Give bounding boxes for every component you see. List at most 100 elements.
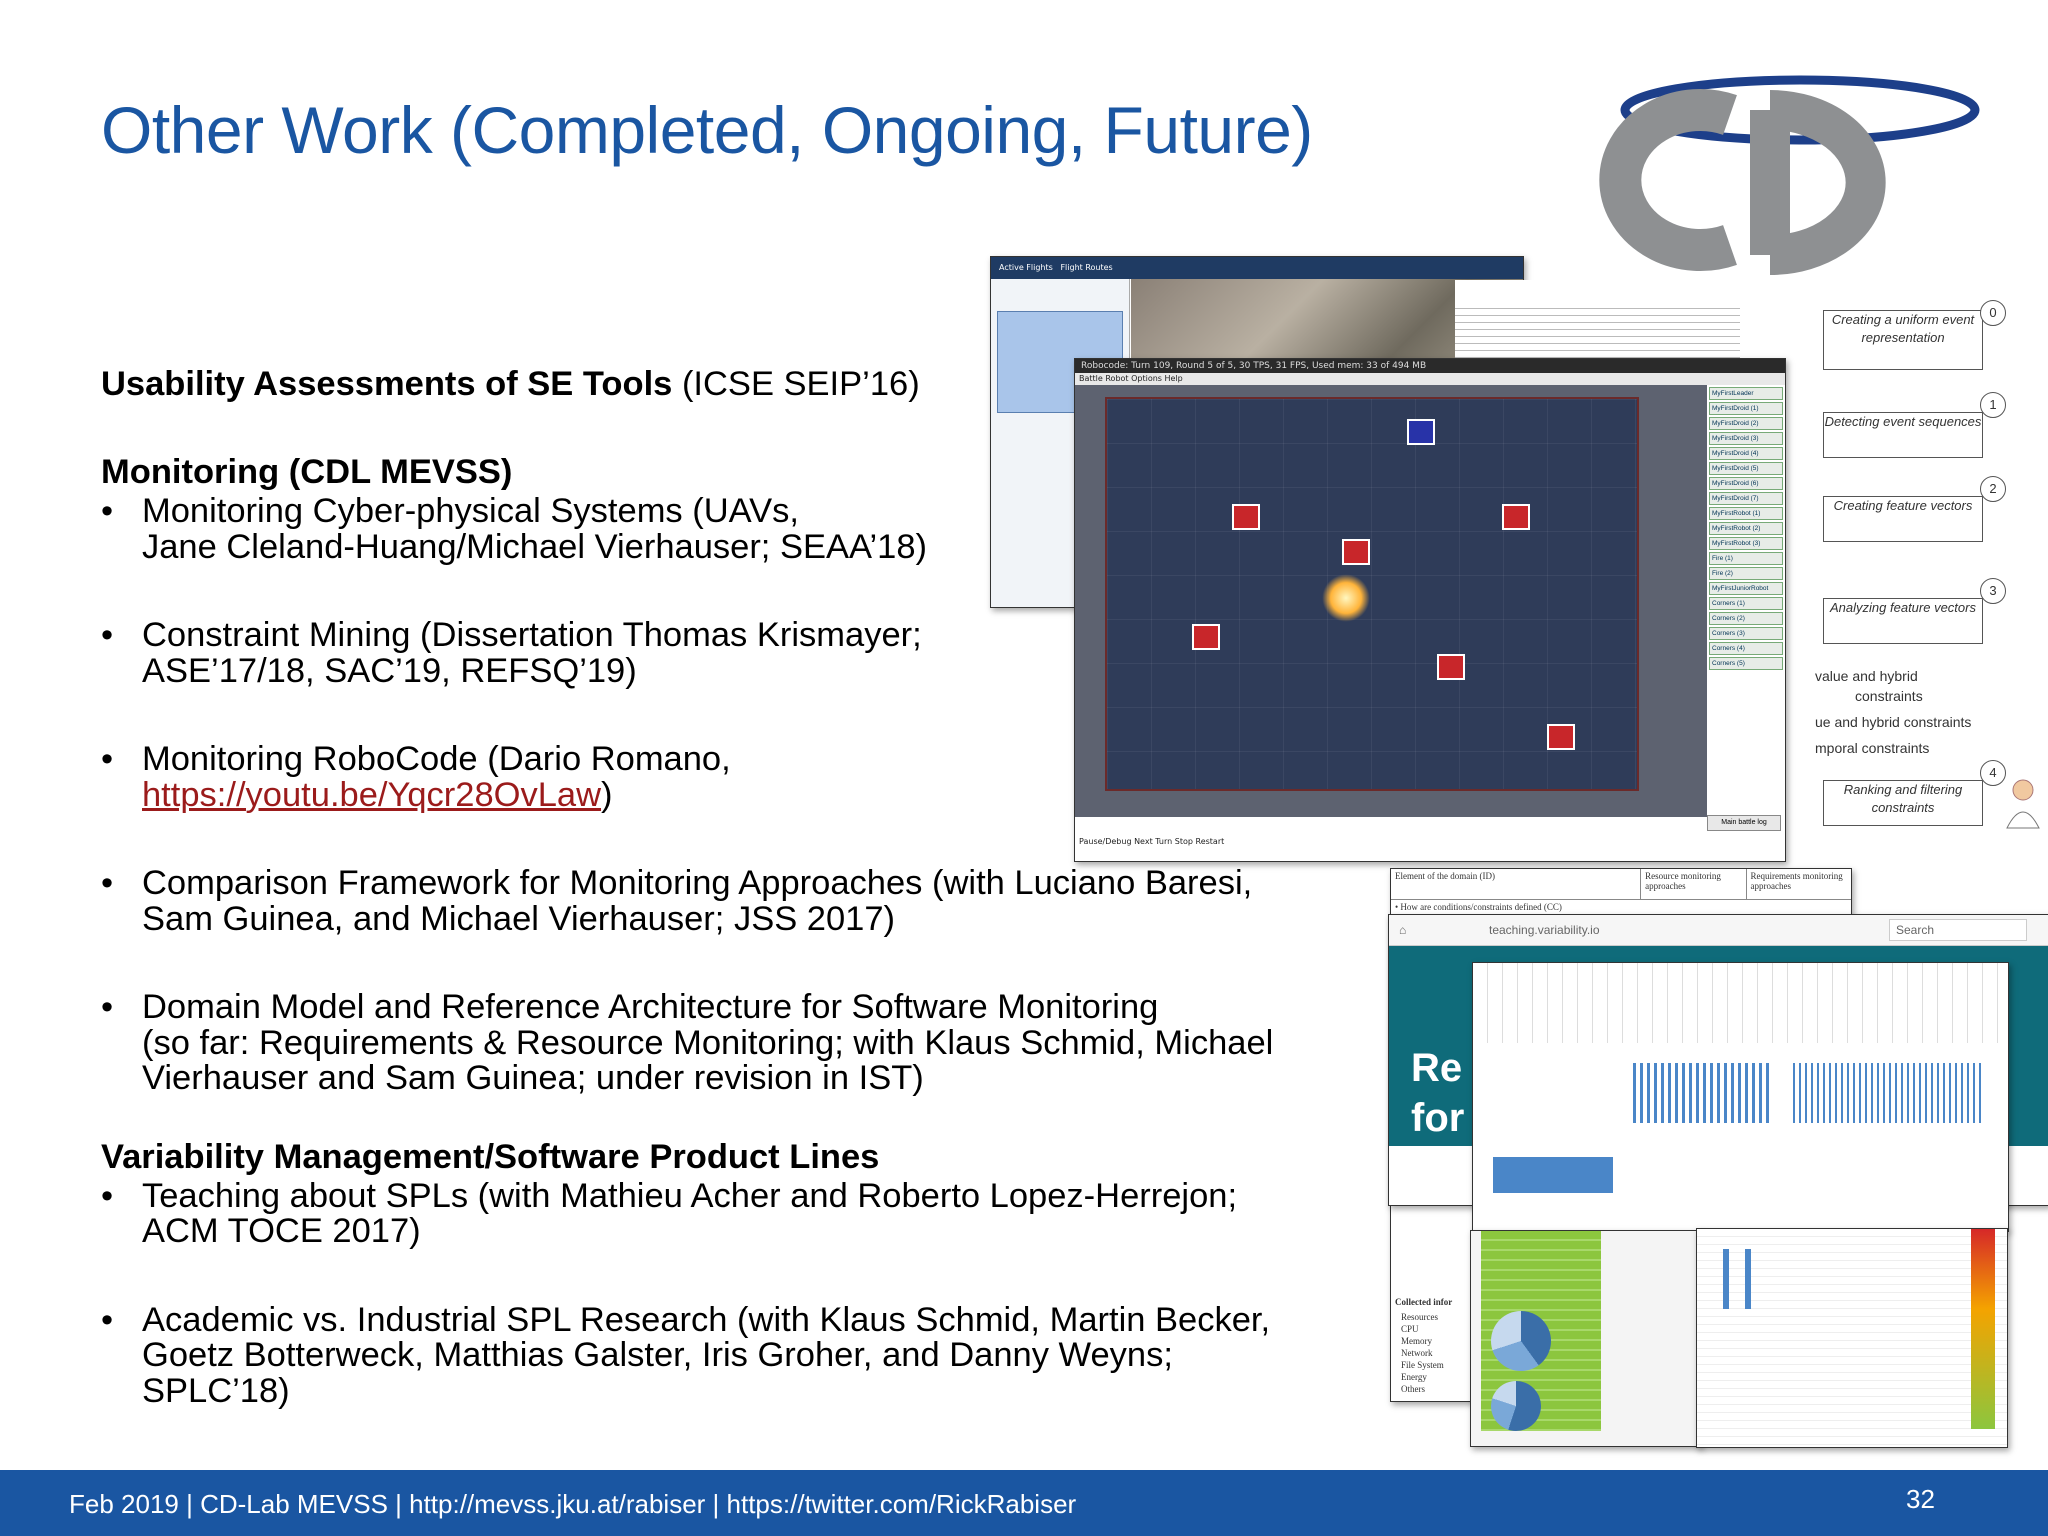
robot-tank [1232,504,1260,530]
flow-step-0-number: 0 [1980,300,2006,326]
battlefield-arena [1105,397,1639,791]
bar-chart-thumbnail [1493,1103,1613,1193]
flow-step-4: Ranking and filtering constraints [1823,780,1983,826]
slide-title: Other Work (Completed, Ongoing, Future) [101,93,1313,167]
playback-controls[interactable]: Pause/Debug Next Turn Stop Restart [1079,837,1224,846]
bullet-dot: • [101,492,114,530]
robot-entry[interactable]: Corners (5) [1709,657,1783,670]
robot-entry[interactable]: MyFirstDroid (2) [1709,417,1783,430]
bullet-line: Comparison Framework for Monitoring Appr… [142,864,1253,902]
robocode-titlebar: Robocode: Turn 109, Round 5 of 5, 30 TPS… [1075,359,1785,373]
bar-chart-thumbnail [1707,1249,1767,1309]
browser-toolbar: ⌂ teaching.variability.io Search [1389,915,2048,946]
robot-list[interactable]: MyFirstLeader MyFirstDroid (1) MyFirstDr… [1709,387,1783,672]
bullet-line: Goetz Botterweck, Matthias Galster, Iris… [142,1336,1173,1374]
youtube-link[interactable]: https://youtu.be/Yqcr28OvLaw [142,776,601,814]
flow-step-2-number: 2 [1980,476,2006,502]
bullet-dot: • [101,988,114,1026]
robot-entry[interactable]: MyFirstDroid (3) [1709,432,1783,445]
ranking-spreadsheet [1696,1228,2008,1448]
robot-entry[interactable]: MyFirstDroid (1) [1709,402,1783,415]
list-item: Others [1401,1384,1425,1394]
bullet-academic-industrial: • Academic vs. Industrial SPL Research (… [101,1300,1391,1410]
battle-log-button[interactable]: Main battle log [1707,815,1781,831]
green-spreadsheet [1470,1230,1702,1447]
flow-step-2: Creating feature vectors [1823,496,1983,542]
usability-heading: Usability Assessments of SE Tools [101,365,673,403]
user-icon [2006,779,2040,829]
bullet-line: ACM TOCE 2017) [142,1212,421,1250]
table-header-element: Element of the domain (ID) [1395,871,1495,881]
flow-step-1: Detecting event sequences [1823,412,1983,458]
heatmap-column [1971,1229,1995,1429]
list-item: Network [1401,1348,1433,1358]
list-item: Resources [1401,1312,1438,1322]
robot-tank [1342,539,1370,565]
bar-chart-thumbnail [1793,1063,1983,1123]
bar-chart-thumbnail [1633,1063,1773,1123]
bullet-line: Domain Model and Reference Architecture … [142,988,1159,1026]
bullet-dot: • [101,616,114,654]
pie-chart-thumbnail [1491,1381,1541,1431]
bullet-line: SPLC’18) [142,1371,290,1410]
bullet-line: Academic vs. Industrial SPL Research (wi… [142,1300,1271,1339]
resource-list: Resources CPU Memory Network File System… [1401,1311,1444,1395]
flight-tab-active: Active Flights [999,263,1053,272]
usability-venue: (ICSE SEIP’16) [681,365,920,403]
flow-note: ue and hybrid constraints [1815,714,1972,730]
url-bar[interactable]: teaching.variability.io [1489,915,1600,945]
robot-entry[interactable]: MyFirstLeader [1709,387,1783,400]
robot-tank [1407,419,1435,445]
bullet-line: Vierhauser and Sam Guinea; under revisio… [142,1059,924,1097]
charts-area [1473,1043,2008,1231]
flow-step-3-number: 3 [1980,578,2006,604]
list-item: Memory [1401,1336,1432,1346]
robot-entry[interactable]: MyFirstDroid (6) [1709,477,1783,490]
robot-entry[interactable]: MyFirstJuniorRobot [1709,582,1783,595]
bullet-line: (so far: Requirements & Resource Monitor… [142,1023,1274,1062]
robot-entry[interactable]: Corners (3) [1709,627,1783,640]
bullet-line: Teaching about SPLs (with Mathieu Acher … [142,1176,1238,1215]
robot-tank [1192,624,1220,650]
table-row: • How are conditions/constraints defined… [1395,902,1562,912]
bullet-teaching-spl: • Teaching about SPLs (with Mathieu Ache… [101,1176,1391,1250]
home-icon[interactable]: ⌂ [1399,915,1406,945]
robot-entry[interactable]: MyFirstDroid (7) [1709,492,1783,505]
list-item: Energy [1401,1372,1427,1382]
robot-entry[interactable]: MyFirstRobot (2) [1709,522,1783,535]
spreadsheet-charts [1472,962,2009,1232]
robot-entry[interactable]: MyFirstRobot (3) [1709,537,1783,550]
cd-lab-logo [1599,75,1980,275]
variability-heading: Variability Management/Software Product … [101,1137,880,1176]
banner-text: for [1411,1096,1465,1140]
slide-footer: Feb 2019 | CD-Lab MEVSS | http://mevss.j… [0,1470,2048,1536]
flow-note: constraints [1855,688,1923,704]
robot-entry[interactable]: MyFirstRobot (1) [1709,507,1783,520]
robot-entry[interactable]: Fire (2) [1709,567,1783,580]
robot-entry[interactable]: Corners (2) [1709,612,1783,625]
list-item: CPU [1401,1324,1419,1334]
list-item: File System [1401,1360,1444,1370]
robot-entry[interactable]: MyFirstDroid (5) [1709,462,1783,475]
bullet-dot: • [101,1176,114,1215]
robot-entry[interactable]: Corners (4) [1709,642,1783,655]
robocode-menubar[interactable]: Battle Robot Options Help [1075,373,1785,385]
flow-step-0: Creating a uniform event representation [1823,310,1983,370]
robot-entry[interactable]: Corners (1) [1709,597,1783,610]
robot-entry[interactable]: Fire (1) [1709,552,1783,565]
footer-text: Feb 2019 | CD-Lab MEVSS | http://mevss.j… [69,1489,1077,1519]
flow-step-3: Analyzing feature vectors [1823,598,1983,644]
page-number: 32 [1906,1484,1935,1514]
collected-info-label: Collected infor [1395,1297,1453,1307]
link-suffix: ) [601,775,613,814]
robocode-screenshot: Robocode: Turn 109, Round 5 of 5, 30 TPS… [1074,358,1786,862]
banner-text: Re [1411,1046,1463,1090]
robot-entry[interactable]: MyFirstDroid (4) [1709,447,1783,460]
bullet-dot: • [101,740,114,778]
table-header-requirements: Requirements monitoring approaches [1745,869,1851,899]
flow-note: mporal constraints [1815,740,1930,756]
browser-search[interactable]: Search [1889,919,2027,941]
bullet-domain-model: • Domain Model and Reference Architectur… [101,988,1391,1097]
flight-tab-routes: Flight Routes [1060,263,1113,272]
explosion [1322,574,1370,622]
